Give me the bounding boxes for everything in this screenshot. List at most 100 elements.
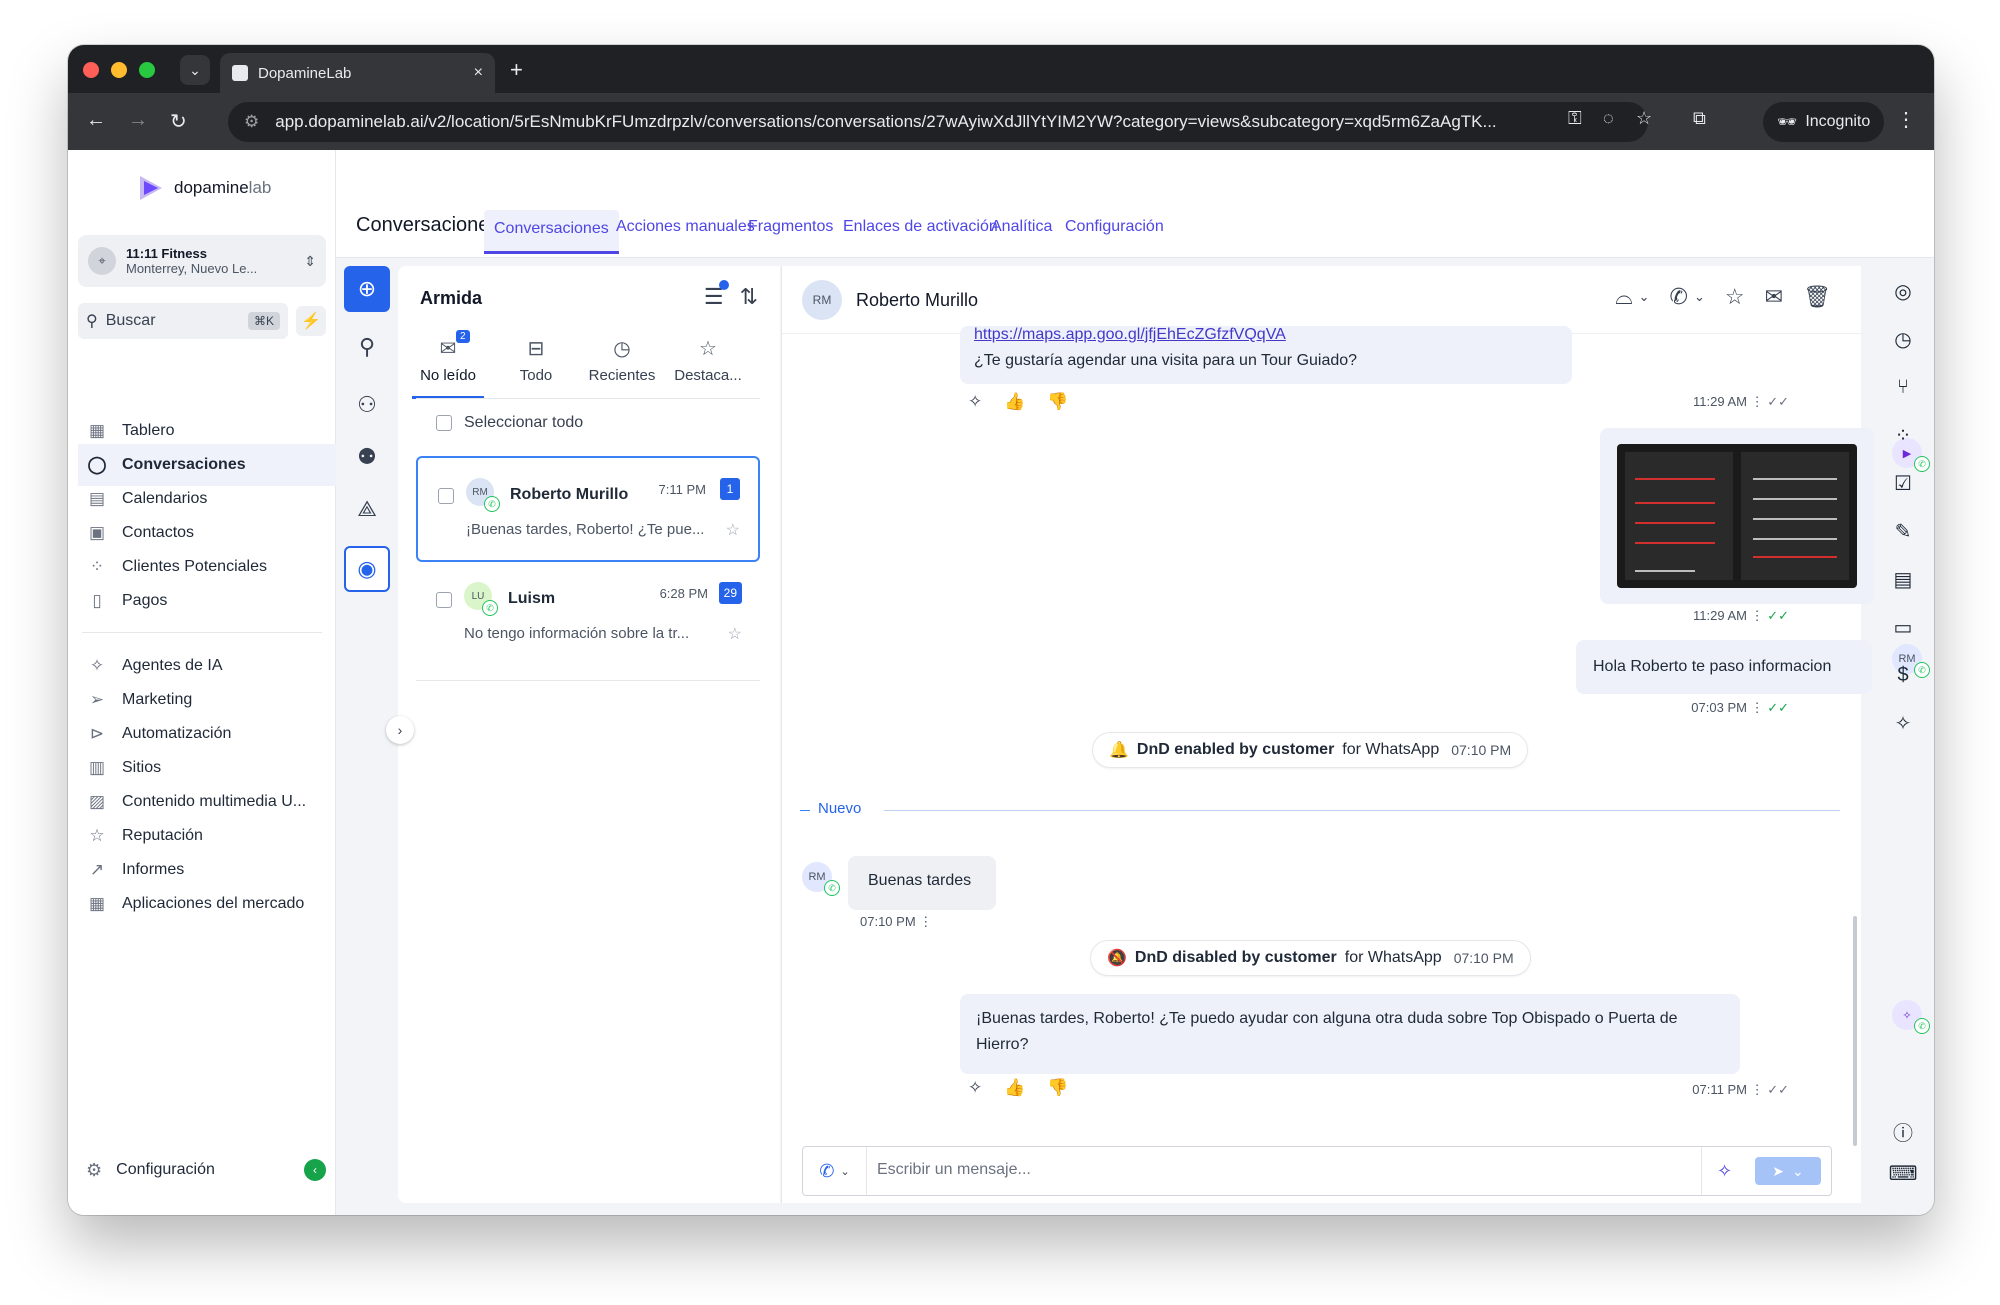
tab-close-icon[interactable]: ×	[474, 64, 483, 82]
tab-fragmentos[interactable]: Fragmentos	[738, 214, 843, 258]
image-panel-left	[1625, 452, 1733, 580]
thumbs-down-icon[interactable]: 👎	[1047, 392, 1068, 412]
location-switcher[interactable]: ⌖ 11:11 Fitness Monterrey, Nuevo Le... ⇕	[78, 235, 326, 287]
conversation-item[interactable]: LU ✆ Luism 6:28 PM 29 No tengo informació…	[416, 562, 760, 668]
document-icon[interactable]: ▭	[1890, 614, 1916, 640]
app-logo[interactable]: dopaminelab	[134, 172, 271, 204]
tab-analitica[interactable]: Analítica	[981, 214, 1062, 258]
filter-tab-todo[interactable]: ⊟ Todo	[492, 336, 580, 384]
trash-icon[interactable]: 🗑	[1803, 284, 1831, 310]
message-options-icon[interactable]: ⋮	[1751, 700, 1768, 715]
minimize-window-button[interactable]	[111, 62, 127, 78]
tab-configuracion[interactable]: Configuración	[1055, 214, 1174, 258]
bookmark-star-icon[interactable]: ☆	[1636, 108, 1652, 129]
sidebar-divider	[82, 632, 322, 633]
rail-network-button[interactable]: ⟁	[344, 486, 390, 532]
rail-search-button[interactable]: ⚲	[344, 324, 390, 370]
sidebar-item-configuracion[interactable]: ⚙ Configuración ‹	[78, 1150, 326, 1190]
filter-tab-destacados[interactable]: ☆ Destaca...	[664, 336, 752, 384]
image-thumbnail[interactable]	[1617, 444, 1857, 588]
ai-sparkle-icon[interactable]: ✧	[968, 392, 982, 412]
sparkle-icon[interactable]: ✧	[1890, 710, 1916, 736]
filter-active-dot	[718, 280, 729, 290]
site-settings-icon[interactable]: ⚙	[244, 112, 259, 132]
star-icon[interactable]: ☆	[1725, 284, 1745, 310]
ai-sparkle-icon[interactable]: ✧	[968, 1078, 982, 1098]
phone-icon[interactable]: ✆	[1670, 284, 1688, 310]
sort-icon[interactable]: ⇅	[740, 284, 758, 310]
user-circle-icon[interactable]: ◎	[1890, 278, 1916, 304]
kebab-menu-icon[interactable]: ⋮	[1896, 107, 1916, 132]
select-all-checkbox[interactable]	[436, 415, 452, 431]
opportunities-icon[interactable]: ⁘	[1890, 422, 1916, 448]
star-icon[interactable]: ☆	[728, 624, 742, 644]
sidebar-item-pagos[interactable]: ▯ Pagos	[78, 580, 336, 622]
ai-assist-button[interactable]: ✧	[1701, 1147, 1747, 1195]
browser-tab[interactable]: DopamineLab ×	[220, 53, 495, 93]
star-icon[interactable]: ☆	[726, 520, 740, 540]
conversation-item[interactable]: RM ✆ Roberto Murillo 7:11 PM 1 ¡Buenas ta…	[416, 456, 760, 562]
conversation-checkbox[interactable]	[436, 592, 452, 608]
thumbs-up-icon[interactable]: 👍	[1004, 1078, 1025, 1098]
thumbs-up-icon[interactable]: 👍	[1004, 392, 1025, 412]
channel-selector[interactable]: ✆ ⌄	[803, 1147, 867, 1195]
star-icon: ☆	[699, 338, 717, 360]
quick-action-bolt-icon[interactable]: ⚡	[296, 306, 326, 336]
calendar-icon[interactable]: ▤	[1890, 566, 1916, 592]
select-all-row[interactable]: Seleccionar todo	[436, 414, 583, 432]
mail-icon[interactable]: ✉	[1765, 284, 1783, 310]
rail-contact-button[interactable]: ⚇	[344, 382, 390, 428]
message-options-icon[interactable]: ⋮	[919, 914, 932, 929]
whatsapp-icon: ✆	[824, 880, 840, 896]
chevron-down-icon[interactable]: ⌄	[1694, 289, 1705, 305]
conversation-checkbox[interactable]	[438, 488, 454, 504]
filter-tab-recientes[interactable]: ◷ Recientes	[578, 336, 666, 384]
maximize-window-button[interactable]	[139, 62, 155, 78]
message-options-icon[interactable]: ⋮	[1751, 394, 1768, 409]
collapse-sidebar-button[interactable]: ‹	[304, 1159, 326, 1181]
search-shortcut: ⌘K	[247, 312, 280, 330]
filter-tab-no-leido[interactable]: ✉ 2 No leído	[404, 330, 492, 399]
inbox-view-icon: ◉	[357, 556, 377, 581]
close-window-button[interactable]	[83, 62, 99, 78]
keyboard-icon[interactable]: ⌨	[1889, 1160, 1918, 1186]
send-button[interactable]: ➤ ⌄	[1755, 1157, 1821, 1185]
incognito-indicator[interactable]: 🕶 Incognito	[1763, 102, 1885, 142]
history-icon[interactable]: ◷	[1890, 326, 1916, 352]
tab-search-button[interactable]: ⌄	[180, 55, 210, 85]
message-options-icon[interactable]: ⋮	[1751, 1082, 1768, 1097]
contact-name[interactable]: Roberto Murillo	[856, 290, 978, 311]
sidebar-search-input[interactable]: ⚲ Buscar ⌘K	[78, 303, 288, 339]
filter-button[interactable]: ☰	[704, 280, 729, 310]
password-key-icon[interactable]: ⚿	[1568, 108, 1582, 129]
new-message-button[interactable]: ⊕	[344, 266, 390, 312]
avatar[interactable]: RM	[802, 280, 842, 320]
address-bar[interactable]: ⚙ app.dopaminelab.ai/v2/location/5rEsNmu…	[228, 102, 1648, 142]
message-meta: 07:11 PM ⋮ ✓✓	[1692, 1082, 1789, 1098]
workflow-icon[interactable]: ⑂	[1890, 374, 1916, 400]
eye-off-icon[interactable]: ◌	[1603, 108, 1614, 129]
message-input[interactable]: Escribir un mensaje...	[877, 1161, 1031, 1179]
message-options-icon[interactable]: ⋮	[1751, 608, 1768, 623]
task-icon[interactable]: ☑	[1890, 470, 1916, 496]
extensions-icon[interactable]: ⧉	[1693, 108, 1706, 129]
tab-conversaciones[interactable]: Conversaciones	[484, 210, 619, 254]
message-time: 07:03 PM	[1691, 700, 1747, 715]
info-icon[interactable]: ⓘ	[1890, 1118, 1916, 1145]
sidebar-item-aplicaciones[interactable]: ▦ Aplicaciones del mercado	[78, 883, 336, 925]
chat-scrollbar[interactable]	[1853, 916, 1857, 1146]
chevron-down-icon[interactable]: ⌄	[1639, 289, 1650, 305]
rail-views-button[interactable]: ◉	[344, 546, 390, 592]
forward-arrow-icon[interactable]: →	[128, 109, 148, 132]
assign-icon[interactable]: ⌓	[1615, 284, 1632, 310]
expand-panel-button[interactable]: ›	[386, 716, 414, 744]
reload-icon[interactable]: ↻	[170, 109, 187, 134]
rail-team-button[interactable]: ⚉	[344, 434, 390, 480]
new-tab-button[interactable]: +	[510, 57, 523, 83]
back-arrow-icon[interactable]: ←	[86, 109, 106, 132]
sidebar-item-label: Conversaciones	[122, 456, 246, 473]
dollar-icon[interactable]: $	[1890, 662, 1916, 688]
notes-pen-icon[interactable]: ✎	[1890, 518, 1916, 544]
message-link[interactable]: https://maps.app.goo.gl/jfjEhEcZGfzfVQqV…	[974, 322, 1558, 348]
thumbs-down-icon[interactable]: 👎	[1047, 1078, 1068, 1098]
